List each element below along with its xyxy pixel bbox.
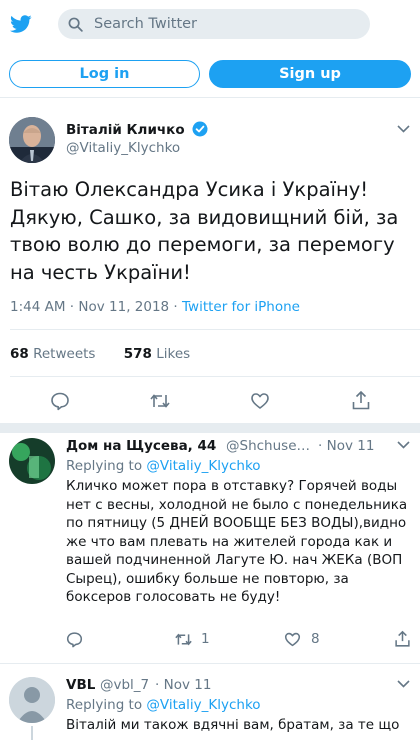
tweet-text: Вітаю Олександра Усика і Україну! Дякую,…: [10, 178, 399, 284]
search-icon: [68, 17, 83, 32]
replying-to-label: Replying to: [66, 697, 143, 713]
tweet-stats: 68 Retweets 578 Likes: [10, 346, 190, 362]
share-icon[interactable]: [394, 630, 411, 648]
verified-badge-icon: [192, 121, 208, 137]
section-gap: [0, 423, 420, 433]
reply-date[interactable]: · Nov 11: [155, 677, 211, 693]
divider: [10, 376, 420, 377]
signup-button[interactable]: Sign up: [209, 60, 411, 88]
like-icon[interactable]: [250, 391, 270, 411]
tweet-source-link[interactable]: Twitter for iPhone: [182, 299, 300, 315]
login-button[interactable]: Log in: [9, 60, 200, 88]
search-box[interactable]: [58, 9, 370, 39]
thread-line: [31, 726, 33, 740]
reply-icon[interactable]: [66, 631, 83, 648]
reply-avatar[interactable]: [9, 438, 55, 484]
tweet-date[interactable]: Nov 11, 2018: [78, 299, 169, 315]
twitter-bird-icon[interactable]: [9, 13, 33, 35]
reply-date-text: Nov 11: [163, 677, 212, 693]
author-avatar[interactable]: [9, 117, 55, 163]
divider: [0, 663, 420, 664]
author-name[interactable]: Віталій Кличко: [66, 122, 185, 138]
reply-text: Віталій ми також вдячні вам, братам, за …: [66, 717, 400, 733]
replying-to-handle[interactable]: @Vitaliy_Klychko: [146, 458, 260, 474]
chevron-down-icon[interactable]: [397, 125, 410, 133]
likes-stat[interactable]: 578 Likes: [124, 346, 190, 362]
auth-buttons: Log in Sign up: [0, 60, 420, 88]
reply-author-handle[interactable]: @vbl_7: [100, 677, 149, 693]
top-bar: [0, 0, 420, 50]
reply-retweet-count: 1: [201, 631, 210, 647]
retweets-label: Retweets: [33, 346, 96, 362]
divider: [0, 97, 420, 98]
share-icon[interactable]: [351, 390, 371, 411]
reply-author-name[interactable]: Дом на Щусева, 44: [66, 438, 216, 454]
reply-date[interactable]: · Nov 11: [318, 438, 374, 454]
reply-date-text: Nov 11: [326, 438, 375, 454]
retweets-stat[interactable]: 68 Retweets: [10, 346, 95, 362]
reply-author-handle[interactable]: @Shchuse…: [226, 438, 310, 454]
reply-like-count: 8: [311, 631, 320, 647]
replying-to: Replying to @Vitaliy_Klychko: [66, 697, 261, 713]
retweets-count: 68: [10, 346, 29, 362]
tweet-time[interactable]: 1:44 AM: [10, 299, 66, 315]
replying-to: Replying to @Vitaliy_Klychko: [66, 458, 261, 474]
divider: [10, 329, 420, 330]
like-icon[interactable]: [284, 631, 301, 648]
retweet-icon[interactable]: [149, 391, 171, 411]
reply-icon[interactable]: [50, 391, 70, 411]
author-handle[interactable]: @Vitaliy_Klychko: [66, 140, 180, 156]
tweet-meta: 1:44 AM · Nov 11, 2018 · Twitter for iPh…: [10, 299, 300, 315]
reply-avatar[interactable]: [9, 677, 55, 723]
likes-label: Likes: [156, 346, 191, 362]
likes-count: 578: [123, 346, 152, 362]
reply-text: Кличко может пора в отставку? Горячей во…: [66, 478, 408, 605]
reply-author-name[interactable]: VBL: [66, 677, 95, 693]
chevron-down-icon[interactable]: [397, 680, 410, 688]
replying-to-label: Replying to: [66, 458, 143, 474]
retweet-icon[interactable]: [174, 631, 193, 648]
search-input[interactable]: [94, 9, 354, 39]
chevron-down-icon[interactable]: [397, 441, 410, 449]
replying-to-handle[interactable]: @Vitaliy_Klychko: [146, 697, 260, 713]
